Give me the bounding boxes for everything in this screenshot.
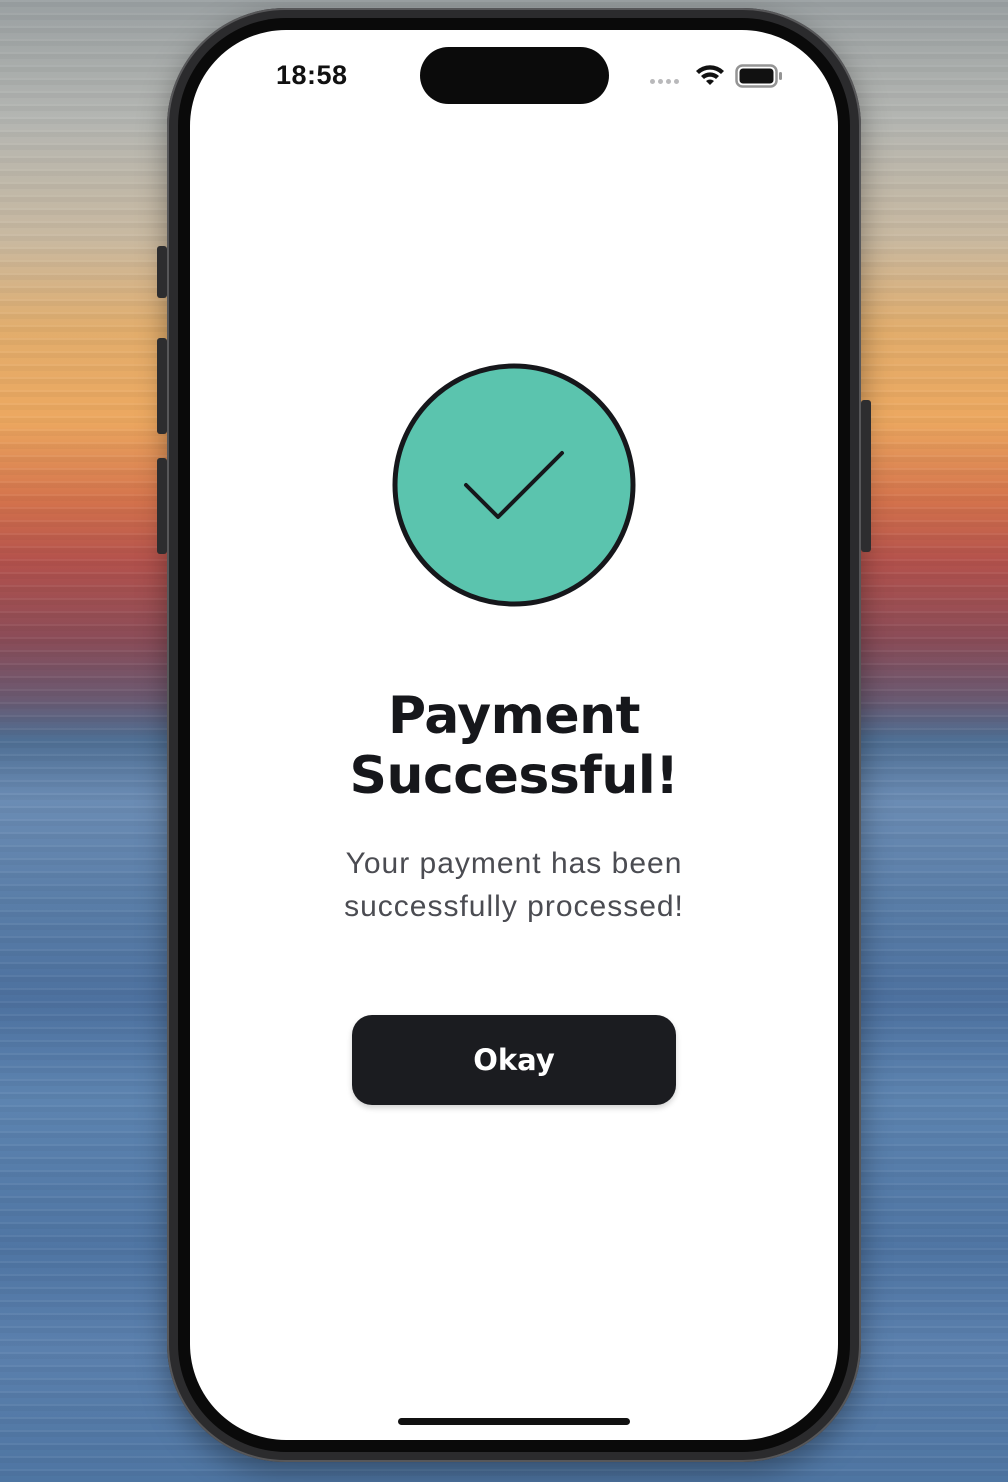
wifi-icon [696,65,724,85]
power-button [861,400,871,552]
success-check-badge [392,363,636,607]
volume-down-button [157,458,167,554]
page-title: Payment Successful! [190,686,838,806]
message-line-1: Your payment has been [345,847,683,880]
cellular-signal-icon [650,79,679,84]
status-time: 18:58 [276,60,348,90]
message-line-2: successfully processed! [344,890,684,923]
action-button [157,246,167,298]
title-line-2: Successful! [349,746,679,806]
battery-icon [735,64,782,88]
volume-up-button [157,338,167,434]
dynamic-island [420,47,609,104]
success-message: Your payment has been successfully proce… [190,842,838,928]
home-indicator[interactable] [398,1418,630,1425]
title-line-1: Payment [388,686,640,746]
app-screen: 18:58 Payment Successful! Your payment h… [190,30,838,1440]
okay-button[interactable]: Okay [352,1015,676,1105]
